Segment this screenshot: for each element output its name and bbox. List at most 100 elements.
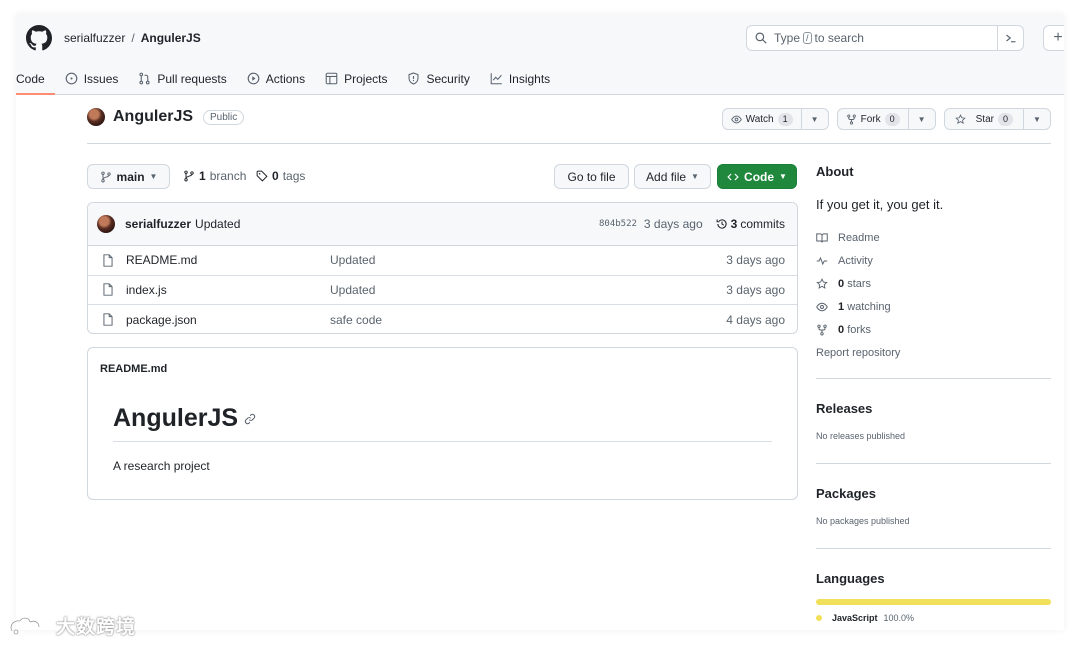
stars-link[interactable]: 0 stars xyxy=(816,272,1051,295)
search-suffix: to search xyxy=(814,31,864,45)
tab-actions[interactable]: Actions xyxy=(237,66,315,91)
terminal-icon xyxy=(1005,34,1015,43)
tab-label: Security xyxy=(426,71,470,86)
owner-avatar[interactable] xyxy=(87,108,105,126)
watermark: 大数跨境 xyxy=(8,612,136,639)
activity-link[interactable]: Activity xyxy=(816,249,1051,272)
tab-issues[interactable]: Issues xyxy=(55,66,129,91)
tag-word: tags xyxy=(282,169,306,183)
star-icon xyxy=(954,113,966,124)
tab-projects[interactable]: Projects xyxy=(315,66,397,91)
eye-icon xyxy=(816,302,828,311)
file-icon xyxy=(103,254,113,267)
graph-icon xyxy=(490,73,502,85)
create-new-button[interactable]: + xyxy=(1043,25,1064,51)
tab-label: Actions xyxy=(265,71,306,86)
report-repository-link[interactable]: Report repository xyxy=(816,341,1051,364)
history-icon xyxy=(716,219,727,229)
file-commit-message[interactable]: Updated xyxy=(330,253,375,267)
file-icon xyxy=(103,313,113,326)
go-to-file-button[interactable]: Go to file xyxy=(554,164,629,189)
code-icon xyxy=(727,173,739,180)
github-logo-icon[interactable] xyxy=(26,25,52,51)
breadcrumb-repo[interactable]: AngulerJS xyxy=(141,31,201,45)
file-date: 4 days ago xyxy=(726,312,785,327)
language-bar xyxy=(816,599,1051,605)
star-dropdown-button[interactable]: ▼ xyxy=(1024,109,1050,129)
stars-word: stars xyxy=(847,277,872,290)
code-button[interactable]: Code ▼ xyxy=(717,164,797,189)
repo-actions: Watch 1 ▼ Fork 0 ▼ Star 0 ▼ xyxy=(721,108,1051,130)
repo-tabs: Code Issues Pull requests Actions Projec… xyxy=(16,66,560,95)
tab-label: Pull requests xyxy=(157,71,227,86)
command-palette-button[interactable] xyxy=(997,25,1023,51)
star-button[interactable]: Star 0 xyxy=(945,109,1024,129)
watching-link[interactable]: 1 watching xyxy=(816,295,1051,318)
tab-label: Projects xyxy=(344,71,388,86)
readme-panel: README.md AngulerJS A research project xyxy=(87,347,798,500)
file-row[interactable]: index.js Updated 3 days ago xyxy=(88,276,797,305)
commit-time: 3 days ago xyxy=(643,217,703,231)
fork-button[interactable]: Fork 0 xyxy=(838,109,909,129)
file-date: 3 days ago xyxy=(726,282,785,297)
readme-link[interactable]: Readme xyxy=(816,226,1051,249)
activity-link-label: Activity xyxy=(838,254,873,267)
tab-label: Insights xyxy=(508,71,551,86)
commit-author[interactable]: serialfuzzer xyxy=(125,217,191,231)
watch-dropdown-button[interactable]: ▼ xyxy=(802,109,828,129)
file-commit-message[interactable]: Updated xyxy=(330,283,375,297)
branches-link[interactable]: 1 branch xyxy=(183,169,246,183)
file-name[interactable]: README.md xyxy=(126,253,330,267)
tags-link[interactable]: 0 tags xyxy=(256,169,305,183)
repo-heading: AngulerJS Public xyxy=(87,108,245,126)
repo-title[interactable]: AngulerJS xyxy=(113,108,193,126)
file-row[interactable]: package.json safe code 4 days ago xyxy=(88,305,797,333)
fork-dropdown-button[interactable]: ▼ xyxy=(909,109,935,129)
eye-icon xyxy=(730,115,742,123)
branch-word: branch xyxy=(209,169,247,183)
tab-pull-requests[interactable]: Pull requests xyxy=(128,66,236,91)
search-input[interactable]: Type / to search xyxy=(746,25,1024,51)
fork-button-group: Fork 0 ▼ xyxy=(836,108,936,130)
watch-button[interactable]: Watch 1 xyxy=(723,109,802,129)
file-commit-message[interactable]: safe code xyxy=(330,313,382,327)
add-file-button[interactable]: Add file ▼ xyxy=(634,164,711,189)
file-icon xyxy=(103,283,113,296)
commit-history-link[interactable]: 3 commits xyxy=(716,217,785,231)
star-button-group: Star 0 ▼ xyxy=(943,108,1051,130)
branch-count: 1 xyxy=(199,169,206,183)
file-name[interactable]: package.json xyxy=(126,313,330,327)
file-row[interactable]: README.md Updated 3 days ago xyxy=(88,246,797,276)
go-to-file-label: Go to file xyxy=(567,169,616,184)
tab-security[interactable]: Security xyxy=(397,66,479,91)
watching-count: 1 xyxy=(838,300,845,313)
latest-commit-row: serialfuzzer Updated 804b522 3 days ago … xyxy=(88,203,797,246)
sidebar-divider xyxy=(816,463,1051,464)
about-links: Readme Activity 0 stars 1 watching 0 for… xyxy=(816,226,1051,364)
watermark-text: 大数跨境 xyxy=(56,617,137,638)
commit-sha[interactable]: 804b522 xyxy=(599,219,637,229)
tab-code[interactable]: Code xyxy=(16,66,55,95)
file-date: 3 days ago xyxy=(726,253,785,268)
branch-icon xyxy=(100,171,111,182)
link-icon[interactable] xyxy=(244,413,256,425)
forks-link[interactable]: 0 forks xyxy=(816,318,1051,341)
commit-meta: 804b522 3 days ago 3 commits xyxy=(599,217,785,231)
releases-title[interactable]: Releases xyxy=(816,401,872,416)
breadcrumb-owner[interactable]: serialfuzzer xyxy=(64,31,125,45)
repo-sidebar: About If you get it, you get it. Readme … xyxy=(816,164,1051,623)
language-item[interactable]: JavaScript 100.0% xyxy=(816,613,914,623)
chevron-down-icon: ▼ xyxy=(810,114,819,124)
language-percent: 100.0% xyxy=(883,613,915,623)
releases-note: No releases published xyxy=(816,431,906,441)
branch-selector[interactable]: main ▼ xyxy=(87,164,170,189)
file-name[interactable]: index.js xyxy=(126,283,330,297)
packages-title[interactable]: Packages xyxy=(816,486,876,501)
commit-message[interactable]: Updated xyxy=(195,217,240,231)
about-title: About xyxy=(816,164,854,179)
play-icon xyxy=(247,72,260,85)
commit-author-avatar[interactable] xyxy=(97,215,115,233)
tag-count: 0 xyxy=(272,169,279,183)
commit-word: commits xyxy=(740,217,785,231)
tab-insights[interactable]: Insights xyxy=(480,66,560,91)
